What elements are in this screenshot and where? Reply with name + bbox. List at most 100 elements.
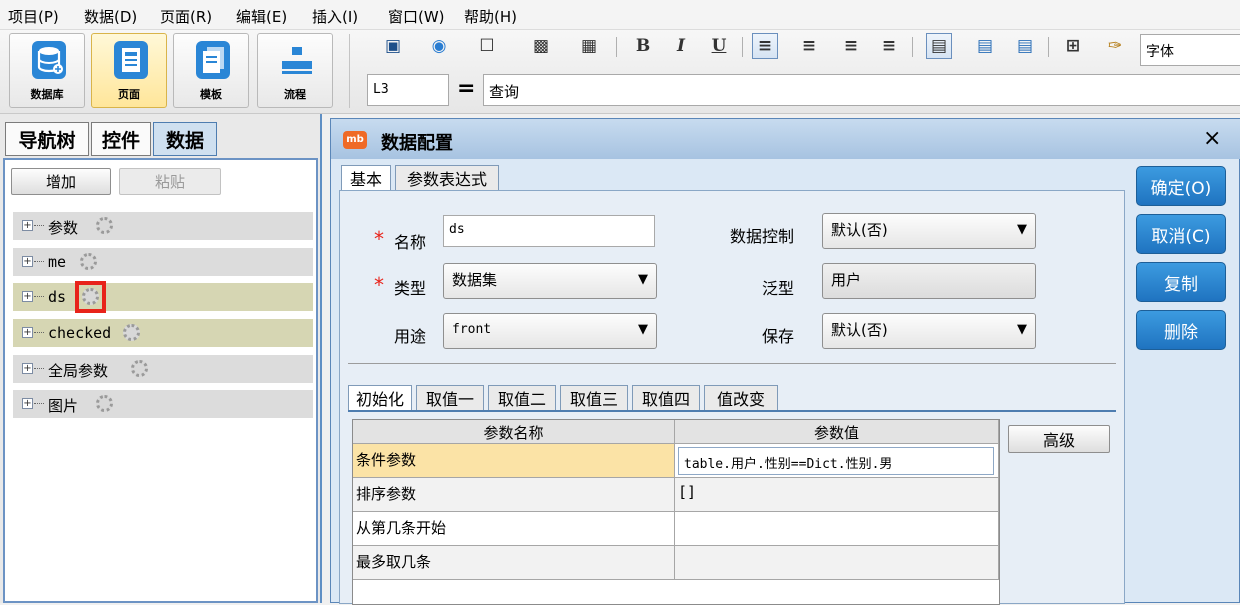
grid-row-value[interactable]: [] — [675, 478, 999, 512]
expand-icon[interactable]: + — [22, 327, 33, 338]
menu-insert[interactable]: 插入(I) — [312, 6, 358, 27]
grid-row-name[interactable]: 条件参数 — [353, 444, 675, 478]
browser-icon[interactable]: ◉ — [426, 33, 452, 59]
tab-param-expression[interactable]: 参数表达式 — [395, 165, 499, 191]
advanced-button[interactable]: 高级 — [1008, 425, 1110, 453]
valign-top-icon[interactable]: ▤ — [926, 33, 952, 59]
menu-data[interactable]: 数据(D) — [84, 6, 137, 27]
delete-button[interactable]: 删除 — [1136, 310, 1226, 350]
bold-icon[interactable]: B — [630, 33, 656, 59]
usage-select[interactable]: front ▼ — [443, 313, 657, 349]
align-center-icon[interactable]: ≡ — [796, 33, 822, 59]
template-button[interactable]: 模板 — [173, 33, 249, 108]
required-mark: * — [374, 227, 384, 251]
data-tree-panel: 增加 粘贴 + 参数 + me + ds + checked + 全局参数 + … — [3, 158, 318, 603]
usage-select-value: front — [452, 322, 492, 337]
tree-item-global-params[interactable]: + 全局参数 — [13, 355, 313, 383]
grid-row-name[interactable]: 从第几条开始 — [353, 512, 675, 546]
chevron-down-icon: ▼ — [1017, 322, 1027, 337]
menu-project[interactable]: 项目(P) — [8, 6, 59, 27]
binoculars-icon[interactable]: ▩ — [528, 33, 554, 59]
subtab-underline — [348, 410, 1116, 412]
database-button[interactable]: 数据库 — [9, 33, 85, 108]
dialog-title: 数据配置 — [381, 133, 453, 154]
ok-button[interactable]: 确定(O) — [1136, 166, 1226, 206]
template-button-label: 模板 — [200, 88, 222, 101]
tree-item-me[interactable]: + me — [13, 248, 313, 276]
cancel-button[interactable]: 取消(C) — [1136, 214, 1226, 254]
tree-item-images[interactable]: + 图片 — [13, 390, 313, 418]
tab-value-change[interactable]: 值改变 — [704, 385, 778, 411]
name-input[interactable]: ds — [443, 215, 655, 247]
chevron-down-icon: ▼ — [638, 272, 648, 287]
menu-page[interactable]: 页面(R) — [160, 6, 212, 27]
tab-data[interactable]: 数据 — [153, 122, 217, 156]
save-icon[interactable]: ▣ — [380, 33, 406, 59]
align-justify-icon[interactable]: ≡ — [876, 33, 902, 59]
format-brush-icon[interactable]: ✑ — [1102, 33, 1128, 59]
grid-row-value[interactable] — [675, 512, 999, 546]
expand-icon[interactable]: + — [22, 398, 33, 409]
expand-icon[interactable]: + — [22, 363, 33, 374]
data-control-select[interactable]: 默认(否) ▼ — [822, 213, 1036, 249]
paste-button[interactable]: 粘贴 — [119, 168, 221, 195]
param-grid: 参数名称 参数值 条件参数 table.用户.性别==Dict.性别.男 排序参… — [352, 419, 1000, 605]
tree-item-label: me — [48, 253, 67, 271]
grid-header-value: 参数值 — [675, 420, 999, 444]
formula-input[interactable]: 查询 — [483, 74, 1240, 106]
grid-row-value[interactable]: table.用户.性别==Dict.性别.男 — [675, 444, 999, 478]
tree-item-ds[interactable]: + ds — [13, 281, 313, 313]
close-icon[interactable]: × — [1203, 126, 1221, 151]
merge-cells-icon[interactable]: ⊞ — [1060, 33, 1086, 59]
page-button[interactable]: 页面 — [91, 33, 167, 108]
gear-icon[interactable] — [96, 217, 113, 234]
grid-row-name[interactable]: 最多取几条 — [353, 546, 675, 580]
condition-param-input[interactable]: table.用户.性别==Dict.性别.男 — [678, 447, 994, 475]
flow-icon — [282, 47, 312, 74]
grid-row-value[interactable] — [675, 546, 999, 580]
menu-edit[interactable]: 编辑(E) — [236, 6, 287, 27]
expand-icon[interactable]: + — [22, 220, 33, 231]
italic-icon[interactable]: I — [668, 33, 694, 59]
valign-bottom-icon[interactable]: ▤ — [1012, 33, 1038, 59]
generic-label: 泛型 — [762, 279, 795, 298]
preview-icon[interactable]: ☐ — [474, 33, 500, 59]
gear-icon[interactable] — [96, 395, 113, 412]
menu-window[interactable]: 窗口(W) — [388, 6, 445, 27]
copy-button[interactable]: 复制 — [1136, 262, 1226, 302]
save-select[interactable]: 默认(否) ▼ — [822, 313, 1036, 349]
expand-icon[interactable]: + — [22, 256, 33, 267]
font-select[interactable]: 字体 — [1140, 34, 1240, 66]
template-icon — [196, 41, 230, 79]
valign-middle-icon[interactable]: ▤ — [972, 33, 998, 59]
gear-icon[interactable] — [80, 253, 97, 270]
tab-value-3[interactable]: 取值三 — [560, 385, 628, 411]
tab-value-1[interactable]: 取值一 — [416, 385, 484, 411]
tab-value-4[interactable]: 取值四 — [632, 385, 700, 411]
find-replace-icon[interactable]: ▦ — [576, 33, 602, 59]
gear-icon[interactable] — [123, 324, 140, 341]
tab-nav-tree[interactable]: 导航树 — [5, 122, 89, 156]
tree-item-params[interactable]: + 参数 — [13, 212, 313, 240]
align-left-icon[interactable]: ≡ — [752, 33, 778, 59]
expand-icon[interactable]: + — [22, 291, 33, 302]
type-select[interactable]: 数据集 ▼ — [443, 263, 657, 299]
flow-button[interactable]: 流程 — [257, 33, 333, 108]
tree-item-checked[interactable]: + checked — [13, 319, 313, 347]
cell-ref-field[interactable]: L3 — [367, 74, 449, 106]
tab-controls[interactable]: 控件 — [91, 122, 151, 156]
underline-icon[interactable]: U — [706, 33, 732, 59]
menu-help[interactable]: 帮助(H) — [464, 6, 517, 27]
tree-item-label: checked — [48, 324, 112, 342]
tab-basic[interactable]: 基本 — [341, 165, 391, 191]
grid-row-name[interactable]: 排序参数 — [353, 478, 675, 512]
dialog-title-bar[interactable]: mb 数据配置 × — [331, 119, 1240, 159]
align-right-icon[interactable]: ≡ — [838, 33, 864, 59]
tab-value-2[interactable]: 取值二 — [488, 385, 556, 411]
tab-init[interactable]: 初始化 — [348, 385, 412, 411]
toolbar-separator — [616, 37, 617, 57]
toolbar-separator — [1048, 37, 1049, 57]
data-control-label: 数据控制 — [730, 227, 795, 246]
gear-icon[interactable] — [131, 360, 148, 377]
add-button[interactable]: 增加 — [11, 168, 111, 195]
